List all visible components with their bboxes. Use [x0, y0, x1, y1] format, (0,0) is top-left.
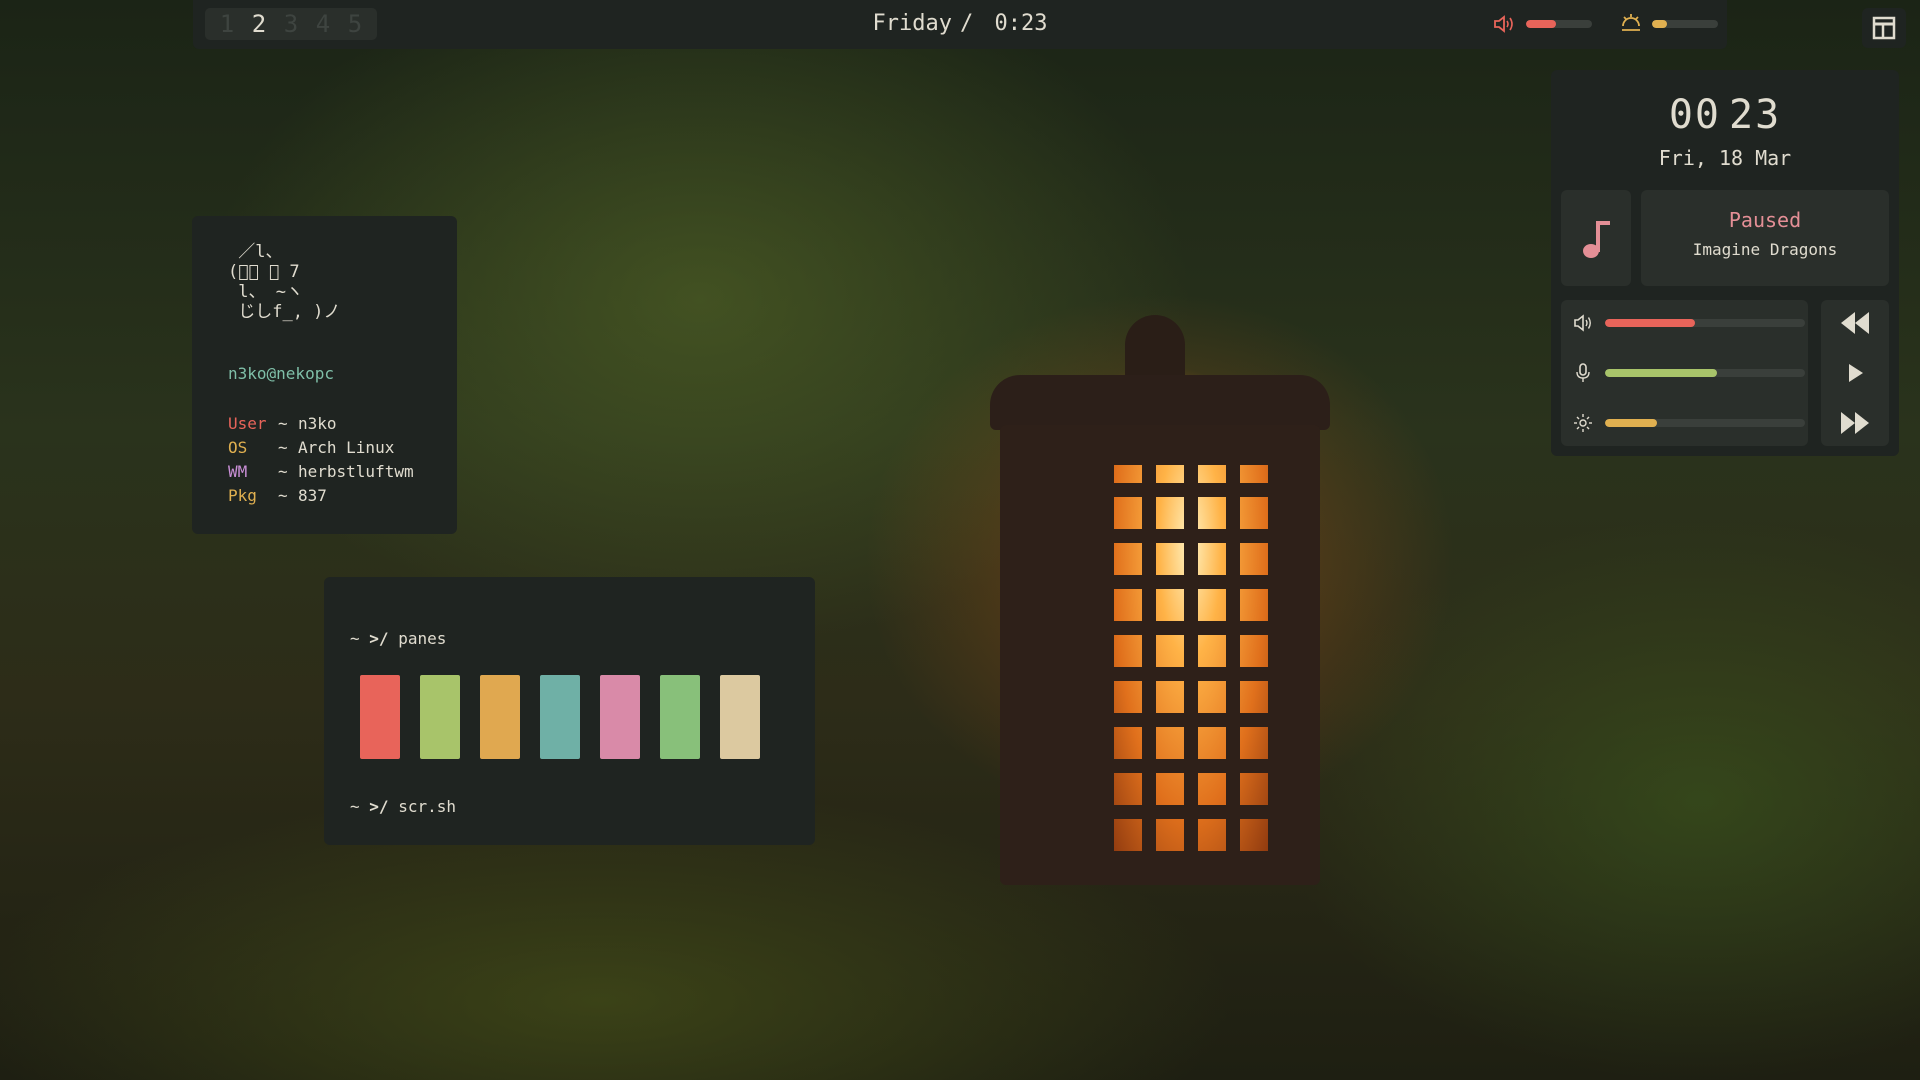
fetch-value: Arch Linux: [298, 438, 395, 457]
prompt-arrow: >/: [369, 797, 389, 816]
widget-clock: 00 23: [1551, 92, 1899, 138]
bar-brightness-slider[interactable]: [1652, 20, 1718, 28]
brightness-icon: [1574, 414, 1592, 432]
music-artist: Imagine Dragons: [1692, 240, 1838, 259]
color-swatch: [480, 675, 520, 759]
layout-icon: [1872, 16, 1896, 40]
prompt-command: panes: [398, 629, 447, 648]
bar-day: Friday: [872, 11, 952, 36]
fetch-info-list: User ~ n3ko OS ~ Arch Linux WM ~ herbstl…: [228, 412, 414, 508]
terminal-panes[interactable]: ~ >/ panes ~ >/ scr.sh: [324, 577, 815, 845]
brightness-slider[interactable]: [1605, 419, 1805, 427]
prompt-command: scr.sh: [398, 797, 456, 816]
volume-fill: [1605, 319, 1695, 327]
terminal-prompt-2: ~ >/ scr.sh: [350, 797, 456, 816]
control-center-widget: 00 23 Fri, 18 Mar Paused Imagine Dragons: [1551, 70, 1899, 456]
fetch-key: WM: [228, 462, 248, 481]
color-swatch: [360, 675, 400, 759]
prompt-arrow: >/: [369, 629, 389, 648]
color-swatch: [720, 675, 760, 759]
volume-icon[interactable]: [1493, 14, 1515, 34]
brightness-icon[interactable]: [1620, 12, 1642, 34]
bar-brightness-fill: [1652, 20, 1667, 28]
fetch-row-user: User ~ n3ko: [228, 412, 414, 436]
terminal-prompt-1: ~ >/ panes: [350, 629, 446, 648]
ascii-cat-art: ／l、 (ﾟ､ ｡ 7 l、 ~ヽ じしf_, )ノ: [228, 242, 341, 322]
fetch-hostname: n3ko@nekopc: [228, 364, 334, 383]
media-controls: [1821, 300, 1889, 446]
top-bar: 1 2 3 4 5 Friday/ 0:23: [193, 0, 1727, 49]
microphone-icon: [1576, 363, 1590, 382]
play-icon[interactable]: [1835, 358, 1875, 388]
fetch-sep: ~: [278, 438, 288, 457]
bar-time: 0:23: [994, 11, 1048, 36]
fetch-row-pkg: Pkg ~ 837: [228, 484, 414, 508]
fetch-sep: ~: [278, 462, 288, 481]
brightness-row: [1573, 412, 1805, 434]
fetch-key: OS: [228, 438, 248, 457]
fetch-sep: ~: [278, 486, 288, 505]
prompt-tilde: ~: [350, 797, 360, 816]
mic-slider[interactable]: [1605, 369, 1805, 377]
bar-volume-slider[interactable]: [1526, 20, 1592, 28]
bar-separator: /: [960, 11, 974, 36]
color-swatch: [660, 675, 700, 759]
music-note-icon: [1583, 221, 1610, 258]
fetch-value: n3ko: [298, 414, 337, 433]
layout-toggle-button[interactable]: [1862, 8, 1906, 48]
fetch-key: User: [228, 414, 267, 433]
fetch-value: 837: [298, 486, 327, 505]
color-swatch: [600, 675, 640, 759]
sliders-panel: [1561, 300, 1808, 446]
wallpaper-lantern: [990, 315, 1330, 885]
next-track-icon[interactable]: [1835, 408, 1875, 438]
music-cover: [1561, 190, 1631, 286]
volume-slider[interactable]: [1605, 319, 1805, 327]
brightness-fill: [1605, 419, 1657, 427]
widget-date: Fri, 18 Mar: [1658, 146, 1792, 170]
color-swatch: [420, 675, 460, 759]
fetch-row-wm: WM ~ herbstluftwm: [228, 460, 414, 484]
fetch-panel: ／l、 (ﾟ､ ｡ 7 l、 ~ヽ じしf_, )ノ n3ko@nekopc U…: [192, 216, 457, 534]
volume-row: [1573, 312, 1805, 334]
fetch-key: Pkg: [228, 486, 257, 505]
previous-track-icon[interactable]: [1835, 308, 1875, 338]
color-swatch: [540, 675, 580, 759]
fetch-row-os: OS ~ Arch Linux: [228, 436, 414, 460]
bar-volume-fill: [1526, 20, 1556, 28]
volume-icon: [1574, 314, 1591, 332]
fetch-sep: ~: [278, 414, 288, 433]
mic-row: [1573, 362, 1805, 384]
color-swatches: [360, 675, 760, 759]
music-info: Paused Imagine Dragons: [1641, 190, 1889, 286]
fetch-value: herbstluftwm: [298, 462, 414, 481]
widget-hour: 00: [1668, 92, 1721, 138]
mic-fill: [1605, 369, 1717, 377]
widget-minute: 23: [1729, 92, 1782, 138]
music-status: Paused: [1728, 208, 1802, 232]
prompt-tilde: ~: [350, 629, 360, 648]
